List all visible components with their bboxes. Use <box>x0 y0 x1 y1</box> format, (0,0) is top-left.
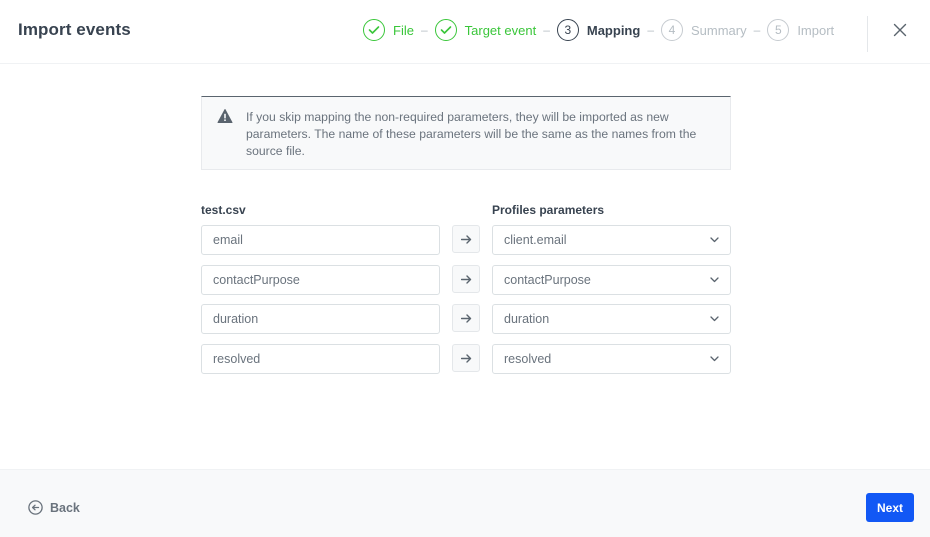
back-button[interactable]: Back <box>28 500 80 515</box>
mapping-row: contactPurpose <box>201 265 731 295</box>
step-number: 3 <box>556 19 579 41</box>
mapping-row: duration <box>201 304 731 334</box>
step-import: 5 Import <box>767 19 834 41</box>
mapping-row: resolved <box>201 344 731 374</box>
step-label: Import <box>797 22 835 38</box>
arrow-right-icon <box>460 353 471 363</box>
source-field-input[interactable] <box>201 265 440 295</box>
step-mapping: 3 Mapping <box>556 19 641 41</box>
stepper: File – Target event – 3 Mapping – 4 Summ… <box>363 19 834 41</box>
chevron-down-icon <box>709 354 719 364</box>
modal-footer: Back Next <box>0 469 930 537</box>
target-parameter-select[interactable]: resolved <box>492 344 731 374</box>
arrow-right-icon <box>460 274 471 284</box>
chevron-down-icon <box>709 235 719 245</box>
step-separator: – <box>647 23 654 37</box>
chevron-down-icon <box>709 275 719 285</box>
step-label: Target event <box>464 22 537 38</box>
selected-value: client.email <box>504 233 567 247</box>
step-number: 5 <box>767 19 790 41</box>
map-arrow-button[interactable] <box>452 225 480 253</box>
header-divider <box>867 16 868 52</box>
step-target-event: Target event <box>434 19 537 41</box>
chevron-down-icon <box>709 314 719 324</box>
step-label: Mapping <box>586 22 641 38</box>
step-label: Summary <box>691 22 747 38</box>
step-number: 4 <box>661 19 683 41</box>
step-label: File <box>393 22 414 38</box>
step-file: File <box>363 19 414 41</box>
source-field-input[interactable] <box>201 304 440 334</box>
warning-icon <box>217 109 233 123</box>
target-parameter-select[interactable]: client.email <box>492 225 731 255</box>
map-arrow-button[interactable] <box>452 265 480 293</box>
step-separator: – <box>420 23 428 37</box>
step-separator: – <box>753 23 761 37</box>
map-arrow-button[interactable] <box>452 304 480 332</box>
arrow-right-icon <box>460 313 471 323</box>
source-column-label: test.csv <box>201 203 246 217</box>
check-icon <box>434 19 457 41</box>
arrow-right-icon <box>460 234 471 244</box>
selected-value: resolved <box>504 352 552 366</box>
target-column-label: Profiles parameters <box>492 203 605 217</box>
page-title: Import events <box>18 20 131 39</box>
close-button[interactable] <box>889 19 911 41</box>
target-parameter-select[interactable]: contactPurpose <box>492 265 731 295</box>
next-button[interactable]: Next <box>866 493 914 522</box>
modal-header: Import events File – Target event – 3 Ma… <box>0 0 930 64</box>
source-field-input[interactable] <box>201 225 440 255</box>
step-separator: – <box>543 23 550 37</box>
check-icon <box>363 19 385 41</box>
selected-value: contactPurpose <box>504 273 591 287</box>
step-summary: 4 Summary <box>661 19 747 41</box>
arrow-left-circle-icon <box>28 500 43 515</box>
back-label: Back <box>50 500 80 515</box>
selected-value: duration <box>504 312 550 326</box>
alert-message: If you skip mapping the non-required par… <box>246 110 697 158</box>
source-field-input[interactable] <box>201 344 440 374</box>
mapping-row: client.email <box>201 225 731 255</box>
map-arrow-button[interactable] <box>452 344 480 372</box>
info-alert: If you skip mapping the non-required par… <box>201 96 731 170</box>
target-parameter-select[interactable]: duration <box>492 304 731 334</box>
close-icon <box>893 23 907 37</box>
